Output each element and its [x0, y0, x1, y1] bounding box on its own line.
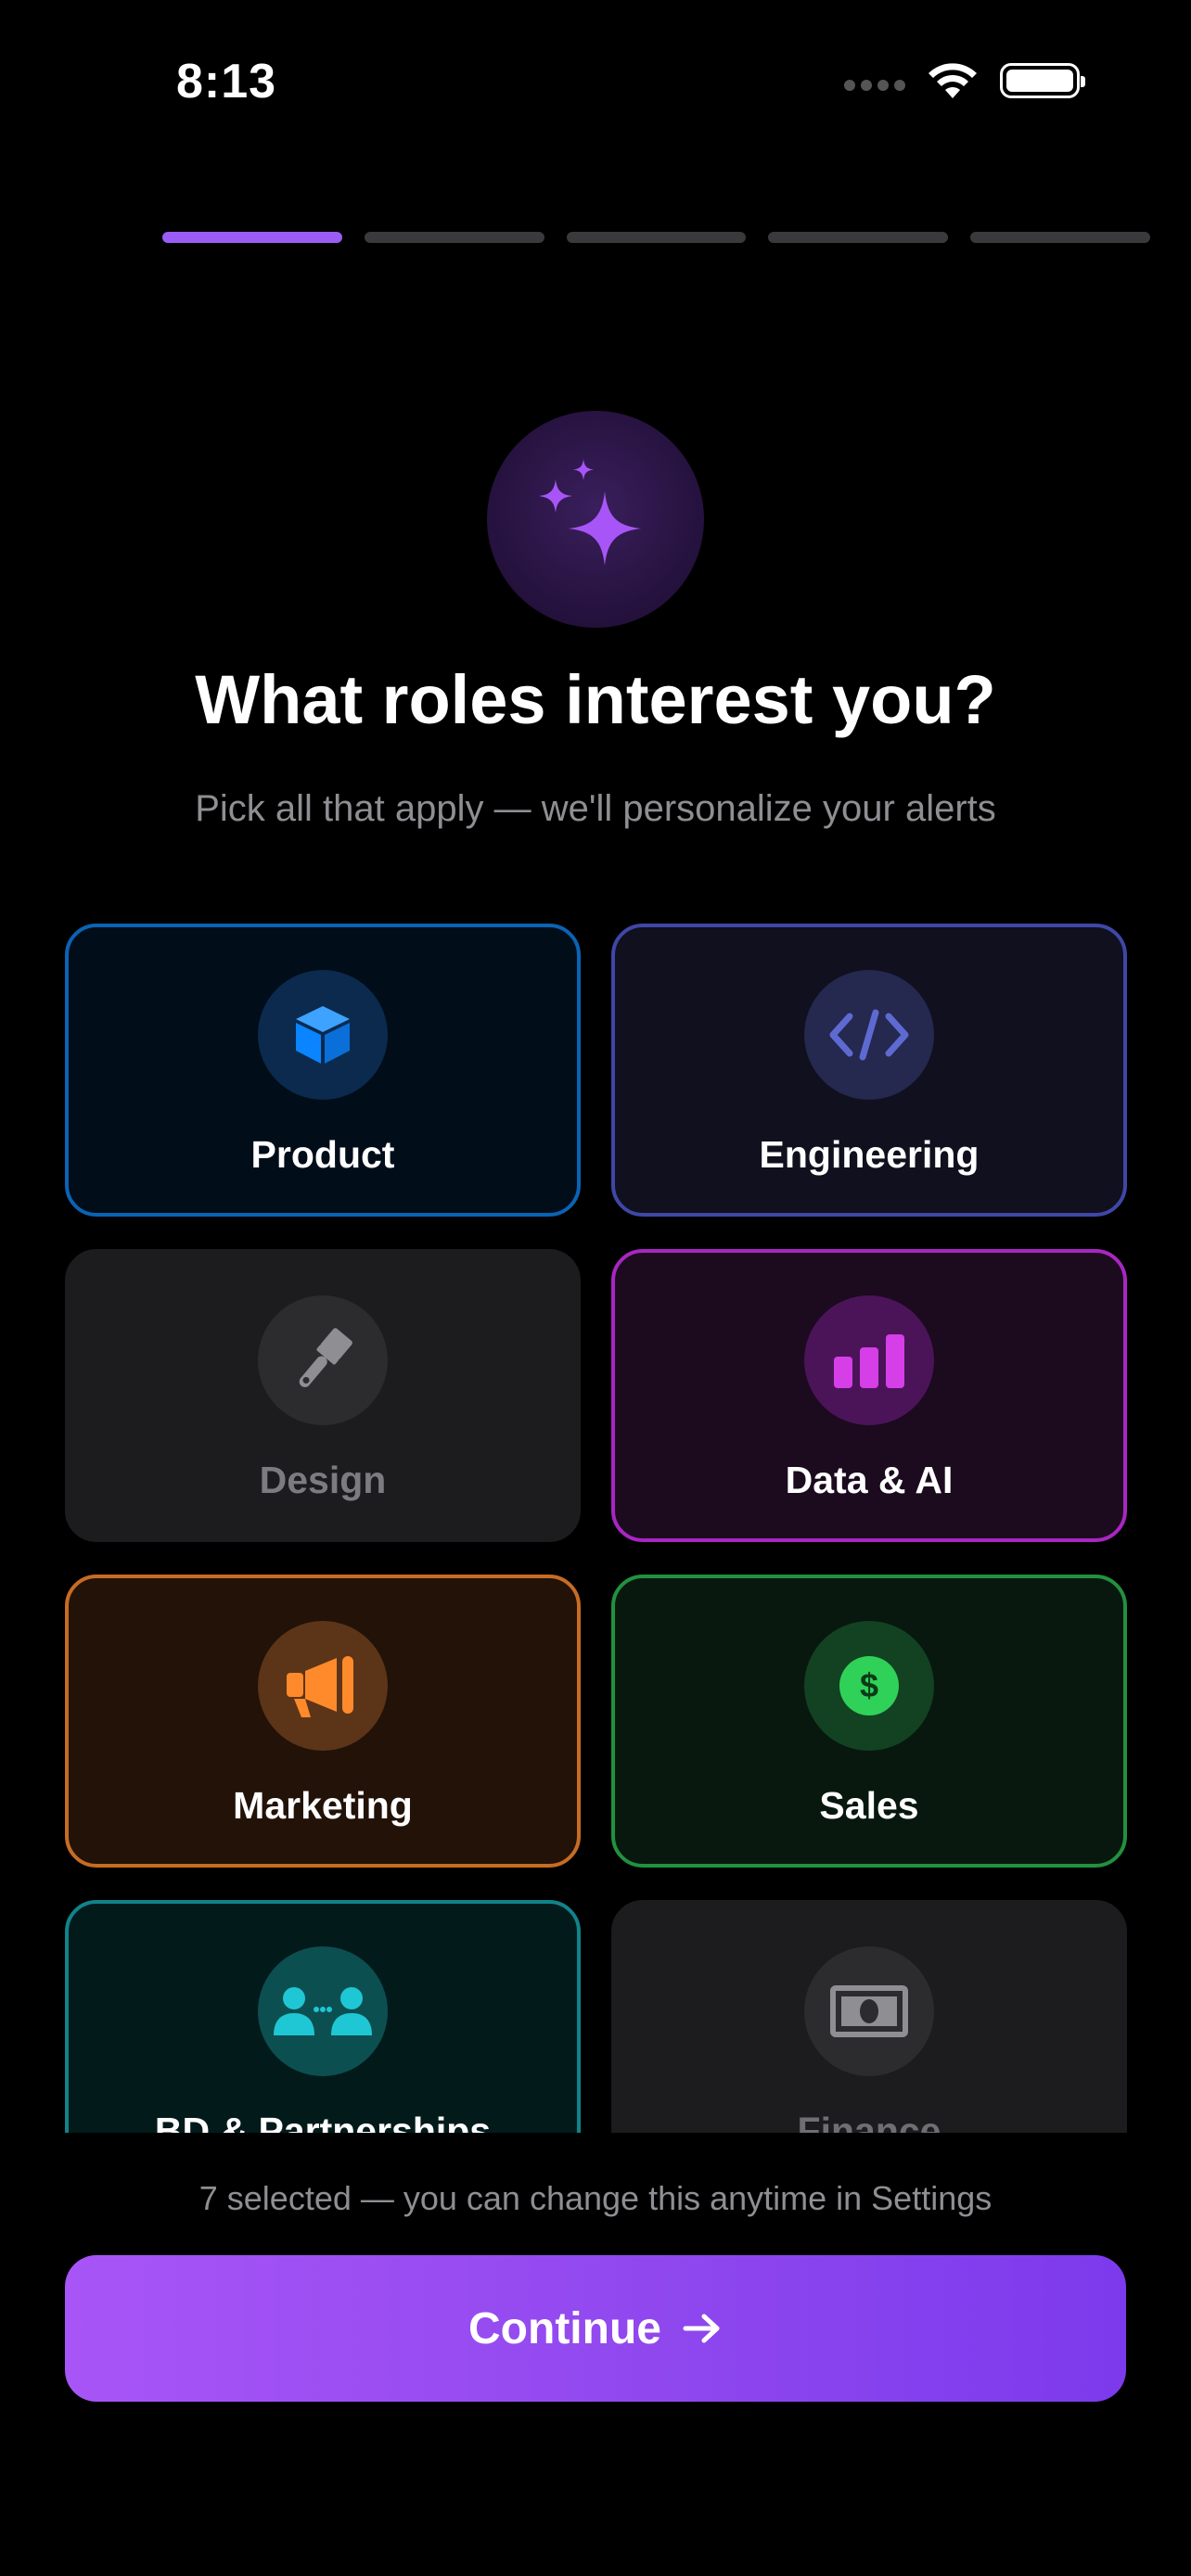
progress-step-1 [162, 232, 342, 243]
role-card-product[interactable]: Product [65, 924, 581, 1217]
banknote-icon [804, 1946, 934, 2076]
continue-label: Continue [468, 2303, 661, 2353]
role-card-engineering[interactable]: Engineering [611, 924, 1127, 1217]
role-card-design[interactable]: Design [65, 1249, 581, 1542]
page-subtitle: Pick all that apply — we'll personalize … [195, 788, 996, 829]
cube-icon [258, 970, 388, 1100]
status-time: 8:13 [176, 55, 277, 108]
continue-button[interactable]: Continue [65, 2255, 1126, 2402]
sparkles-icon [487, 411, 704, 628]
dollar-icon: $ [804, 1621, 934, 1751]
role-label: Product [250, 1133, 395, 1176]
role-label: Sales [819, 1784, 919, 1827]
svg-text:$: $ [860, 1666, 878, 1704]
role-card-finance[interactable]: Finance [611, 1900, 1127, 2133]
role-label: Finance [797, 2110, 941, 2133]
wifi-icon [928, 63, 977, 98]
role-card-sales[interactable]: $ Sales [611, 1575, 1127, 1868]
onboarding-progress [162, 232, 1150, 243]
progress-step-2 [364, 232, 544, 243]
role-label: Design [259, 1459, 387, 1501]
role-card-bd-partnerships[interactable]: BD & Partnerships [65, 1900, 581, 2133]
code-icon [804, 970, 934, 1100]
megaphone-icon [258, 1621, 388, 1751]
progress-step-5 [970, 232, 1150, 243]
bar-chart-icon [804, 1295, 934, 1425]
status-indicators [844, 61, 1085, 100]
role-label: BD & Partnerships [154, 2110, 492, 2133]
role-card-marketing[interactable]: Marketing [65, 1575, 581, 1868]
page-title: What roles interest you? [195, 661, 996, 738]
people-icon [258, 1946, 388, 2076]
arrow-right-icon [683, 2314, 720, 2343]
role-card-data-ai[interactable]: Data & AI [611, 1249, 1127, 1542]
role-label: Marketing [233, 1784, 413, 1827]
progress-step-4 [768, 232, 949, 243]
role-label: Engineering [759, 1133, 980, 1176]
paintbrush-icon [258, 1295, 388, 1425]
roles-grid: Product Engineering Design Data & AI Mar… [0, 918, 1191, 2133]
battery-icon [1000, 63, 1085, 98]
selection-note: 7 selected — you can change this anytime… [198, 2179, 992, 2217]
role-label: Data & AI [785, 1459, 954, 1501]
progress-step-3 [566, 232, 747, 243]
cellular-signal-icon [844, 80, 905, 91]
